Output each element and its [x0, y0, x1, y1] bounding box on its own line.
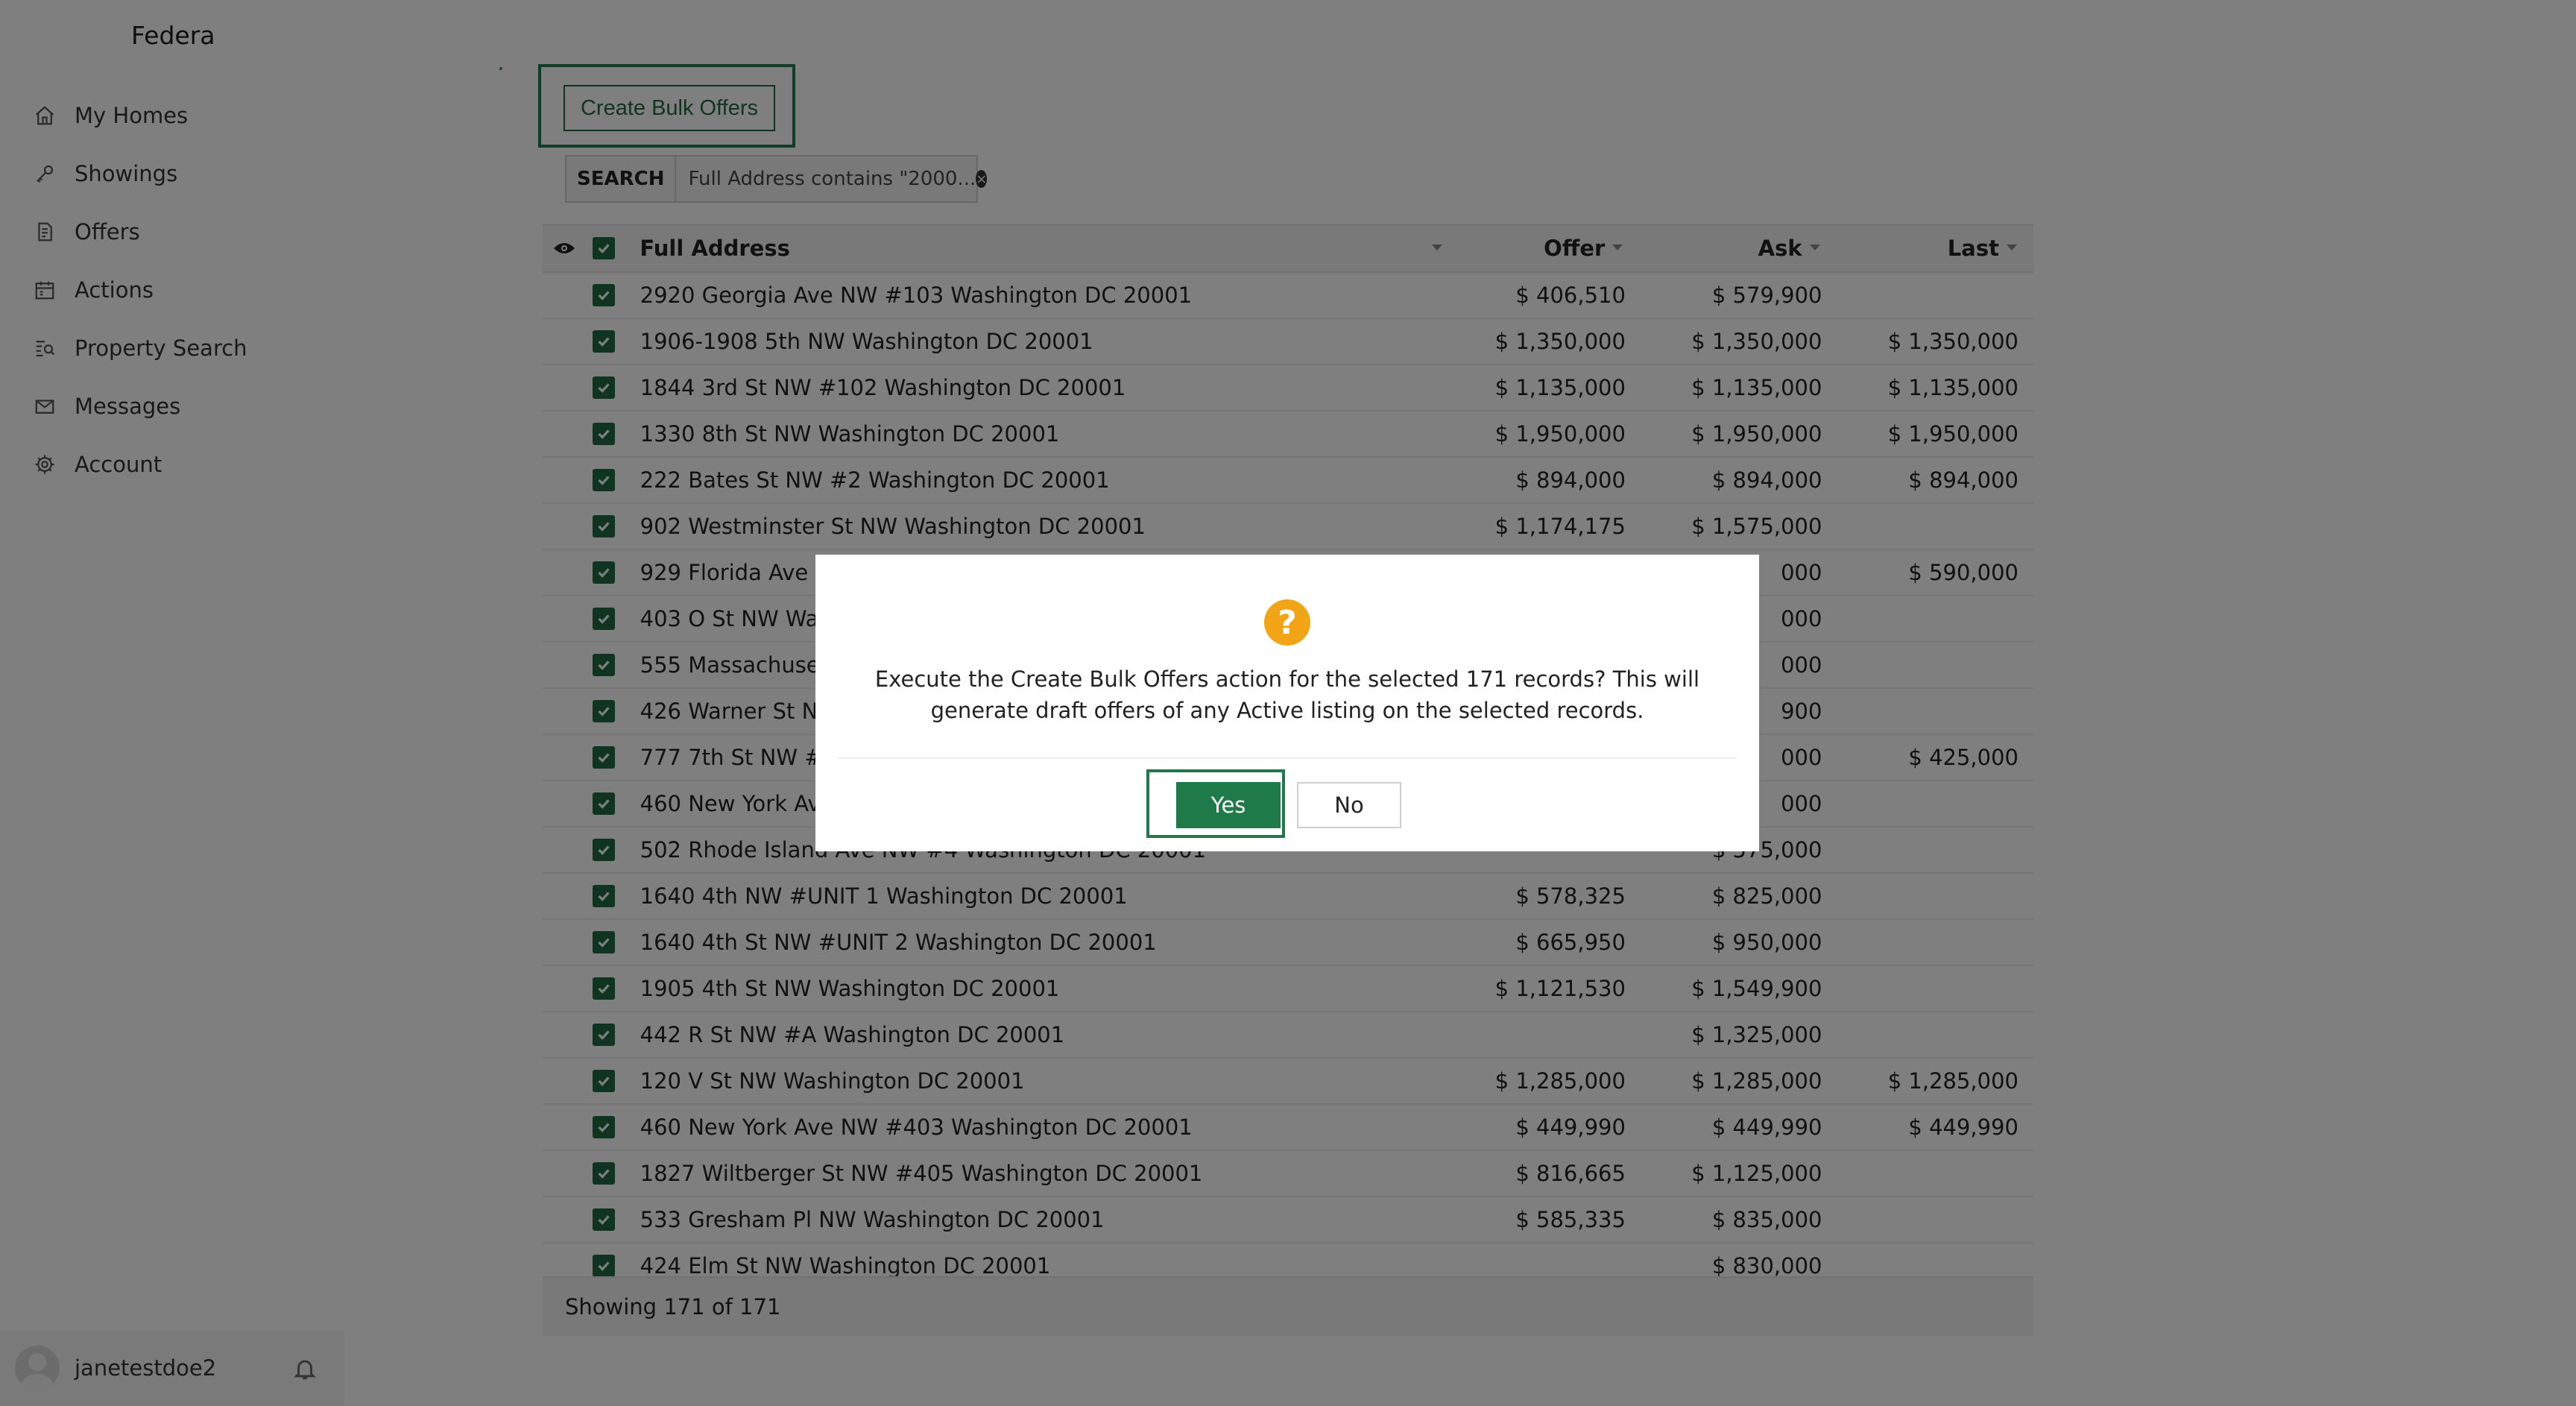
- dialog-message: Execute the Create Bulk Offers action fo…: [874, 666, 1700, 723]
- no-button[interactable]: No: [1297, 782, 1401, 828]
- question-icon: ?: [1264, 599, 1310, 646]
- yes-button[interactable]: Yes: [1176, 782, 1281, 828]
- dialog-divider: [838, 757, 1737, 759]
- confirm-dialog: ? Execute the Create Bulk Offers action …: [815, 555, 1759, 851]
